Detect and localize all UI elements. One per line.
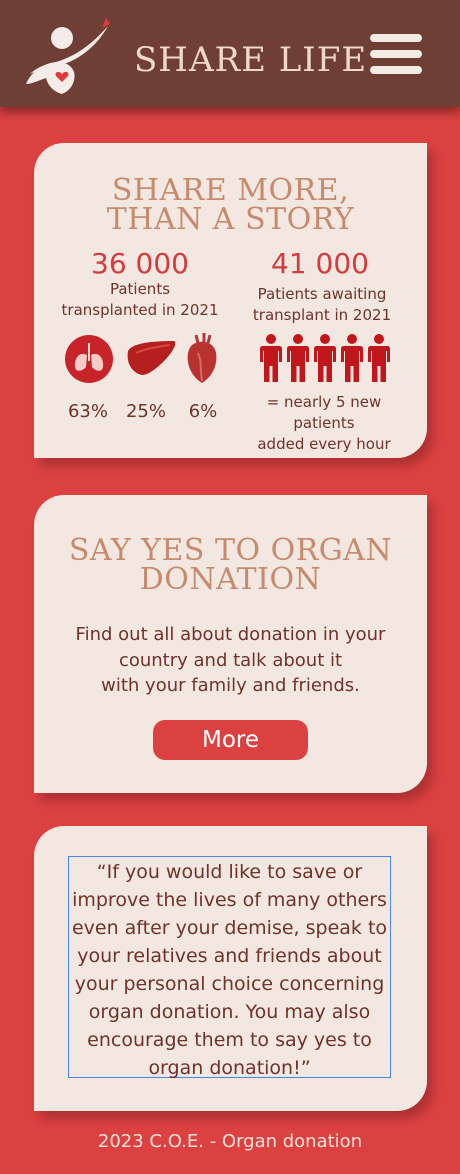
liver-percent: 25% bbox=[125, 401, 166, 422]
liver-icon bbox=[127, 341, 176, 375]
more-button[interactable]: More bbox=[153, 720, 308, 760]
lungs-icon bbox=[65, 335, 113, 383]
donation-title: SAY YES TO ORGAN DONATION bbox=[68, 533, 393, 597]
transplanted-count: 36 000 bbox=[91, 247, 189, 280]
footer-text: 2023 C.O.E. - Organ donation bbox=[97, 1131, 363, 1152]
hamburger-menu-icon[interactable] bbox=[370, 34, 422, 74]
donation-card: SAY YES TO ORGAN DONATION Find out all a… bbox=[34, 495, 427, 793]
quote-card: “If you would like to save or improve th… bbox=[34, 826, 427, 1111]
stats-title: SHARE MORE, THAN A STORY bbox=[106, 173, 355, 237]
person-icon bbox=[260, 334, 282, 382]
awaiting-label: Patients awaiting transplant in 2021 bbox=[252, 285, 392, 324]
rate-text: = nearly 5 new patients added every hour bbox=[257, 393, 391, 453]
brand-title: SHARE LIFE bbox=[134, 40, 368, 80]
person-icon bbox=[314, 334, 336, 382]
heart-icon bbox=[187, 333, 217, 383]
stats-card: SHARE MORE, THAN A STORY 36 000 Patients… bbox=[34, 143, 427, 458]
person-icon bbox=[341, 334, 363, 382]
person-icon bbox=[368, 334, 390, 382]
heart-hands-logo-icon[interactable] bbox=[22, 14, 114, 96]
donation-body: Find out all about donation in your coun… bbox=[75, 624, 386, 696]
app-header: SHARE LIFE bbox=[0, 0, 460, 107]
heart-percent: 6% bbox=[188, 401, 218, 422]
transplanted-label: Patients transplanted in 2021 bbox=[61, 280, 219, 319]
quote-text[interactable]: “If you would like to save or improve th… bbox=[68, 856, 391, 1079]
awaiting-count: 41 000 bbox=[271, 247, 369, 280]
lungs-percent: 63% bbox=[67, 401, 108, 422]
person-icon bbox=[287, 334, 309, 382]
